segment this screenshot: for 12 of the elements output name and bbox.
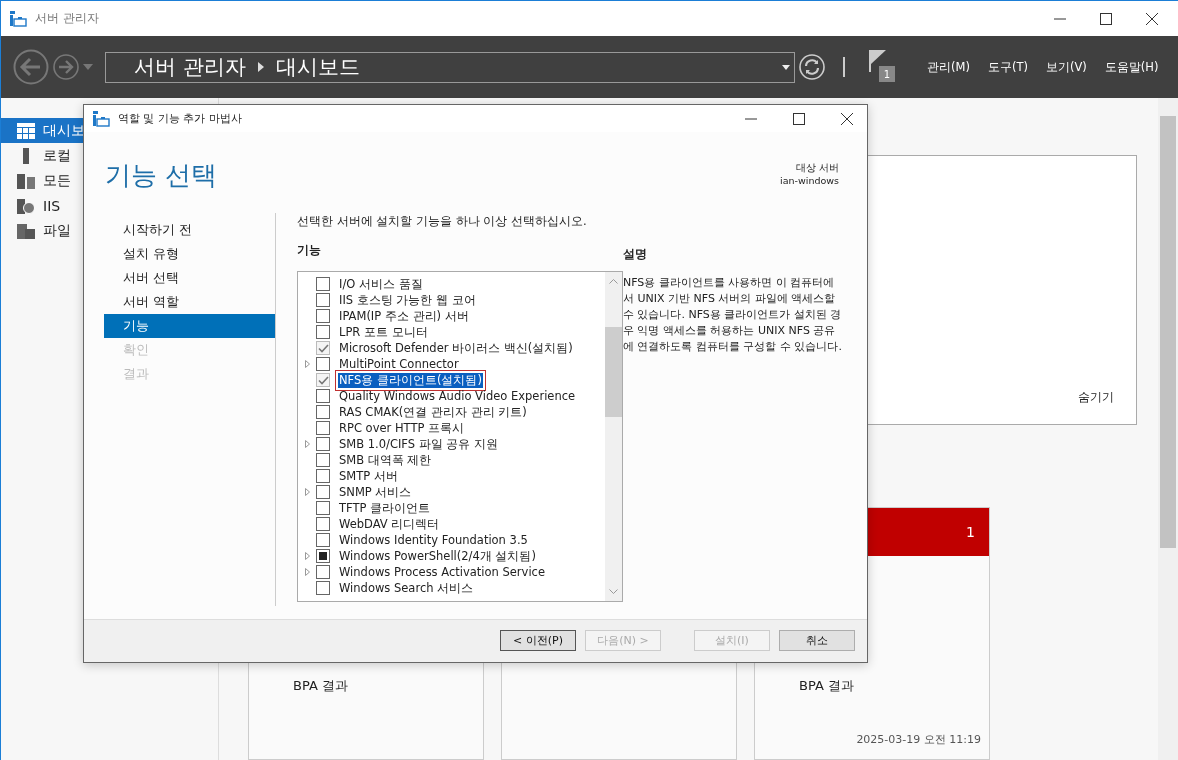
target-label: 대상 서버 bbox=[795, 161, 839, 175]
page-heading: 기능 선택 bbox=[105, 159, 218, 193]
window-title: 서버 관리자 bbox=[35, 10, 99, 27]
description-label: 설명 bbox=[623, 247, 648, 263]
description-text: NFS용 클라이언트를 사용하면 이 컴퓨터에서 UNIX 기반 NFS 서버의 파일에 액세스할 수 있습니다. NFS용 클라이언트가 설치된 경우 익명 액세스를 허용하는 UNIX NFS 공유에 연결하도록 컴퓨터를 구성할 수 있습니다. bbox=[623, 275, 843, 356]
timestamp: 2025-03-19 오전 11:19 bbox=[856, 732, 981, 747]
instruction-text: 선택한 서버에 설치할 기능을 하나 이상 선택하십시오. bbox=[297, 213, 588, 230]
notification-count: 1 bbox=[879, 66, 895, 82]
features-label: 기능 bbox=[297, 243, 322, 259]
dialog-title: 역할 및 기능 추가 마법사 bbox=[118, 111, 242, 127]
alert-count: 1 bbox=[966, 523, 975, 540]
target-server: ian-windows bbox=[780, 174, 839, 188]
